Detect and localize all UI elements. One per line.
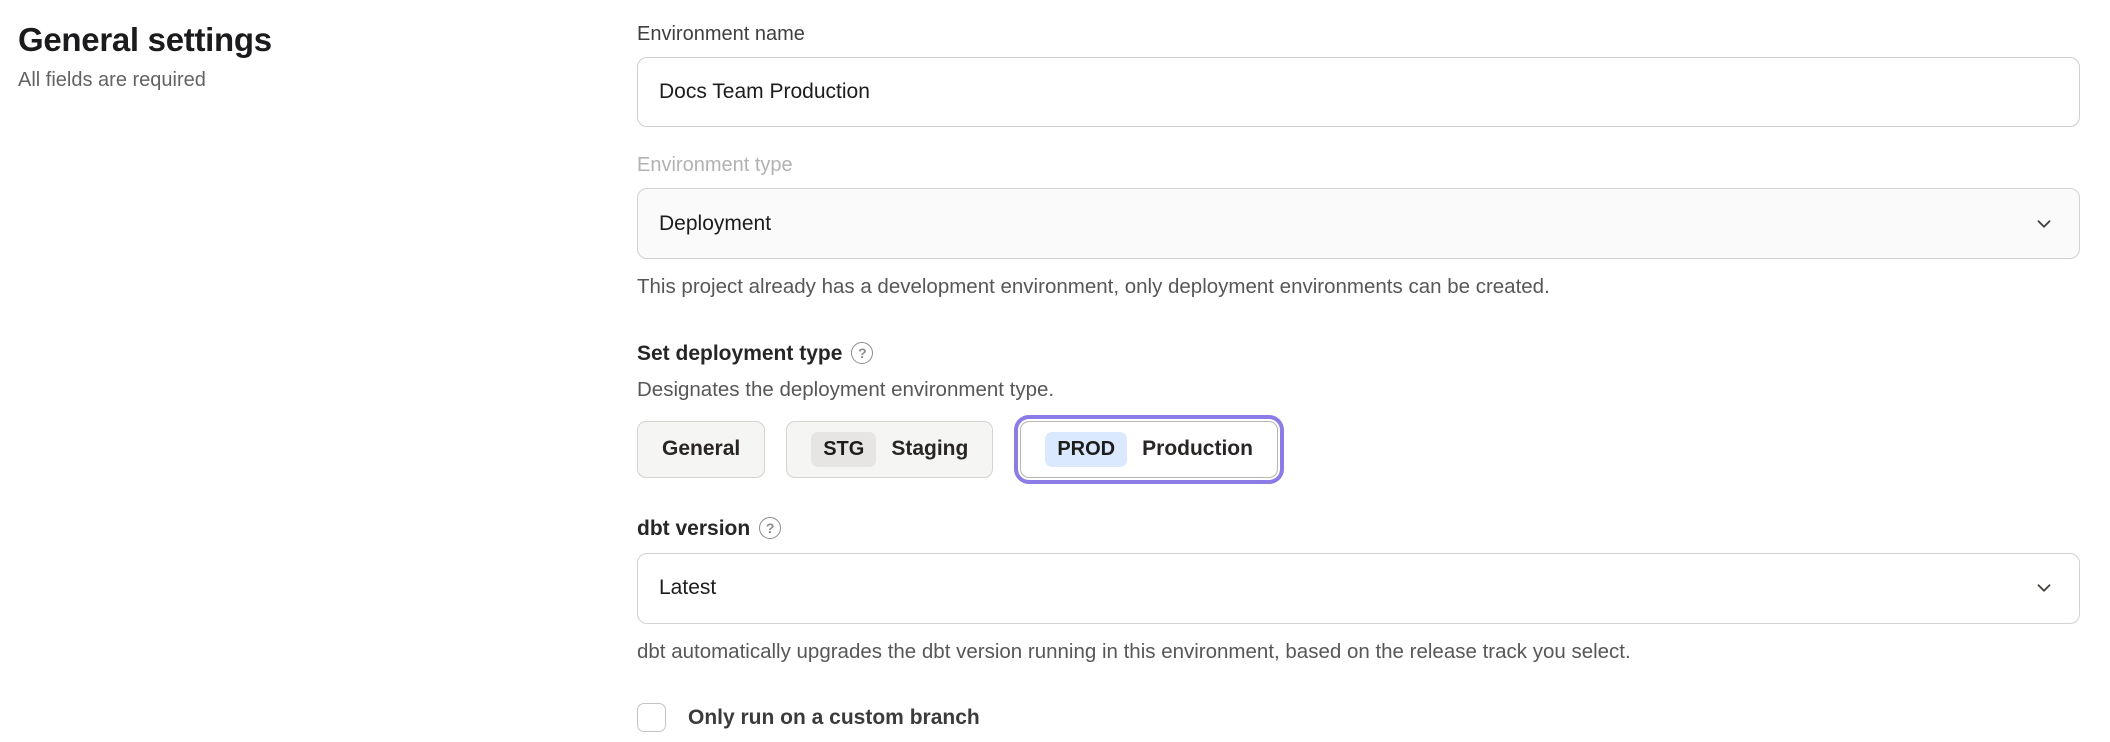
- settings-header: General settings All fields are required: [18, 20, 578, 92]
- custom-branch-checkbox[interactable]: [637, 703, 666, 732]
- deployment-type-helper: Designates the deployment environment ty…: [637, 376, 2080, 404]
- environment-type-value: Deployment: [659, 212, 771, 236]
- deployment-type-label: Set deployment type: [637, 341, 842, 366]
- help-icon[interactable]: ?: [851, 342, 873, 364]
- page-title: General settings: [18, 20, 578, 60]
- deployment-type-staging-button[interactable]: STG Staging: [786, 421, 993, 478]
- dbt-version-section: dbt version ?: [637, 516, 2080, 541]
- dbt-version-select[interactable]: Latest: [637, 553, 2080, 624]
- deployment-type-general-label: General: [662, 437, 740, 461]
- dbt-version-helper: dbt automatically upgrades the dbt versi…: [637, 638, 2080, 666]
- deployment-type-options: General STG Staging PROD Production: [637, 421, 2080, 478]
- help-icon[interactable]: ?: [759, 517, 781, 539]
- deployment-type-general-button[interactable]: General: [637, 421, 765, 478]
- production-badge: PROD: [1045, 432, 1127, 467]
- staging-badge: STG: [811, 432, 876, 467]
- custom-branch-label[interactable]: Only run on a custom branch: [688, 706, 980, 730]
- general-settings-form: Environment name Environment type Deploy…: [637, 22, 2080, 732]
- dbt-version-value: Latest: [659, 576, 716, 600]
- environment-name-label: Environment name: [637, 22, 2080, 46]
- environment-name-input[interactable]: [637, 57, 2080, 127]
- deployment-type-production-label: Production: [1142, 437, 1253, 461]
- environment-type-select[interactable]: Deployment: [637, 188, 2080, 259]
- deployment-type-production-button[interactable]: PROD Production: [1020, 421, 1278, 478]
- page-subtitle: All fields are required: [18, 69, 578, 92]
- deployment-type-section: Set deployment type ?: [637, 341, 2080, 366]
- chevron-down-icon: [2033, 577, 2055, 599]
- custom-branch-row: Only run on a custom branch: [637, 703, 2080, 732]
- environment-type-helper: This project already has a development e…: [637, 273, 2080, 301]
- dbt-version-label: dbt version: [637, 516, 750, 541]
- deployment-type-staging-label: Staging: [891, 437, 968, 461]
- chevron-down-icon: [2033, 213, 2055, 235]
- environment-type-label: Environment type: [637, 153, 2080, 177]
